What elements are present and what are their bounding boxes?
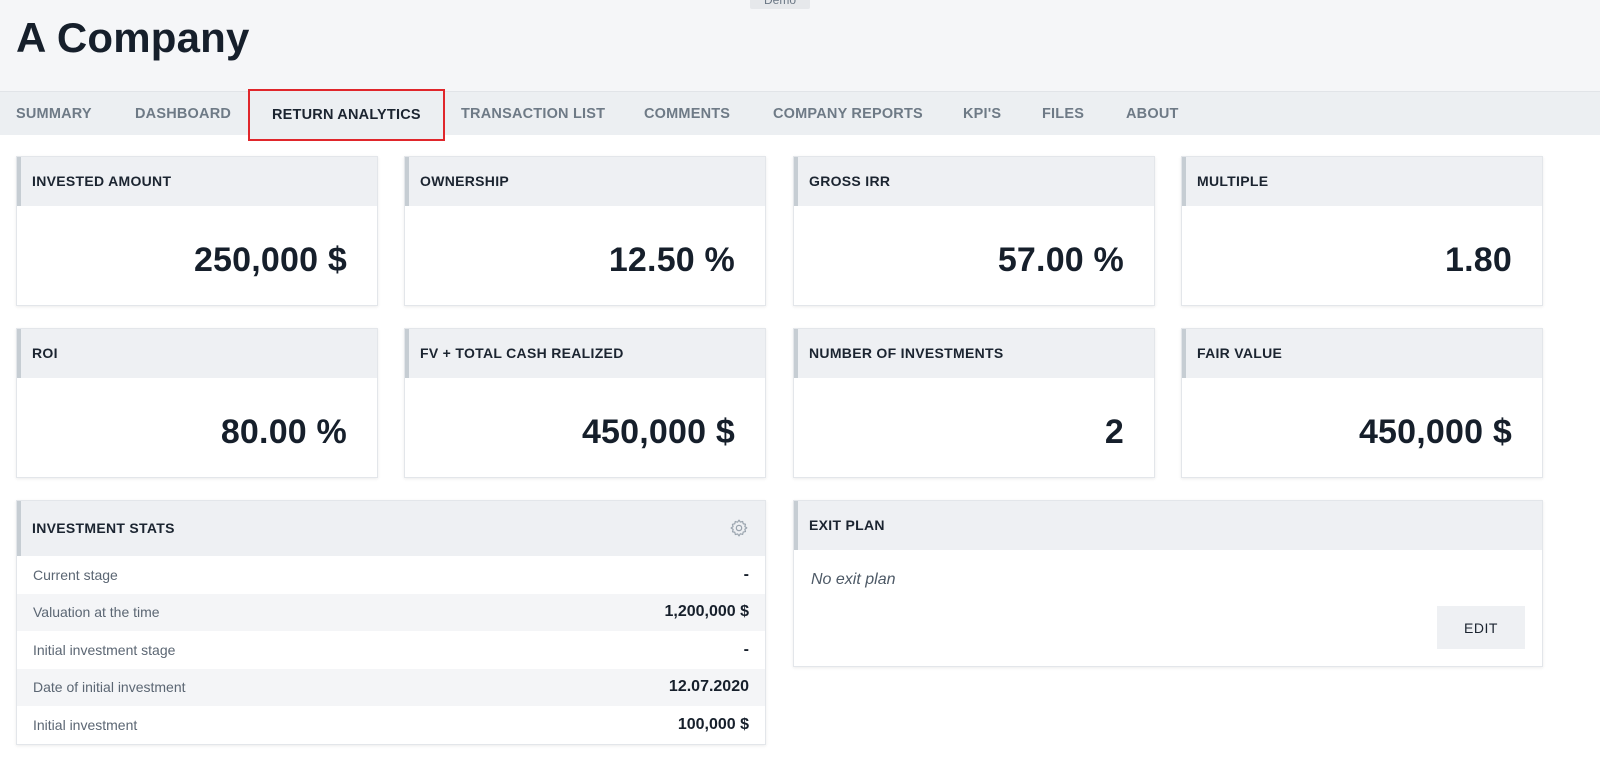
investment-stats-panel: INVESTMENT STATS Current stage - Valuati… (16, 500, 766, 745)
stat-label: Current stage (33, 566, 118, 583)
metric-value: 1.80 (1445, 241, 1512, 279)
metric-label: INVESTED AMOUNT (17, 157, 377, 206)
exit-plan-title: EXIT PLAN (794, 501, 1542, 550)
gear-icon[interactable] (729, 518, 749, 538)
stats-row: Current stage - (17, 556, 765, 594)
metric-label: FV + TOTAL CASH REALIZED (405, 329, 765, 378)
demo-badge: Demo (750, 0, 810, 9)
metric-value: 450,000 $ (1358, 413, 1512, 451)
metric-value: 12.50 % (608, 241, 735, 279)
metric-value: 57.00 % (997, 241, 1124, 279)
tab-dashboard[interactable]: DASHBOARD (135, 92, 231, 136)
stats-list: Current stage - Valuation at the time 1,… (17, 556, 765, 744)
metric-label: GROSS IRR (794, 157, 1154, 206)
tab-summary[interactable]: SUMMARY (16, 92, 92, 136)
tab-about[interactable]: ABOUT (1126, 92, 1179, 136)
stats-row: Initial investment stage - (17, 631, 765, 669)
tab-bar: SUMMARY DASHBOARD RETURN ANALYTICS TRANS… (0, 89, 1600, 141)
investment-stats-title: INVESTMENT STATS (17, 501, 765, 556)
metric-label: MULTIPLE (1182, 157, 1542, 206)
metric-card-gross-irr: GROSS IRR 57.00 % (793, 156, 1155, 306)
metric-card-fv-total-cash-realized: FV + TOTAL CASH REALIZED 450,000 $ (404, 328, 766, 478)
stats-row: Valuation at the time 1,200,000 $ (17, 593, 765, 631)
metric-value: 250,000 $ (193, 241, 347, 279)
stat-value: 1,200,000 $ (664, 603, 749, 621)
tab-comments[interactable]: COMMENTS (644, 92, 730, 136)
edit-exit-plan-button[interactable]: EDIT (1437, 606, 1525, 649)
metric-value: 80.00 % (220, 413, 347, 451)
metric-card-number-of-investments: NUMBER OF INVESTMENTS 2 (793, 328, 1155, 478)
stat-value: 12.07.2020 (668, 678, 749, 696)
stat-value: - (743, 640, 749, 658)
tab-files[interactable]: FILES (1042, 92, 1084, 136)
exit-plan-empty-text: No exit plan (811, 571, 896, 588)
metric-label: OWNERSHIP (405, 157, 765, 206)
metric-label: FAIR VALUE (1182, 329, 1542, 378)
metric-card-invested-amount: INVESTED AMOUNT 250,000 $ (16, 156, 378, 306)
tab-kpis[interactable]: KPI'S (963, 92, 1001, 136)
stats-row: Date of initial investment 12.07.2020 (17, 668, 765, 706)
metric-card-multiple: MULTIPLE 1.80 (1181, 156, 1543, 306)
stat-label: Valuation at the time (33, 604, 160, 621)
metric-value: 450,000 $ (581, 413, 735, 451)
tab-return-analytics[interactable]: RETURN ANALYTICS (248, 89, 445, 141)
stat-label: Date of initial investment (33, 679, 186, 696)
metric-card-roi: ROI 80.00 % (16, 328, 378, 478)
stat-label: Initial investment stage (33, 641, 176, 658)
metric-card-fair-value: FAIR VALUE 450,000 $ (1181, 328, 1543, 478)
stat-value: - (743, 565, 749, 583)
panel-title: INVESTMENT STATS (32, 520, 175, 536)
metric-value: 2 (1104, 413, 1124, 451)
stat-label: Initial investment (33, 716, 138, 733)
tab-transaction-list[interactable]: TRANSACTION LIST (461, 92, 605, 136)
stats-row: Initial investment 100,000 $ (17, 706, 765, 744)
metric-label: ROI (17, 329, 377, 378)
metric-label: NUMBER OF INVESTMENTS (794, 329, 1154, 378)
metric-card-ownership: OWNERSHIP 12.50 % (404, 156, 766, 306)
exit-plan-panel: EXIT PLAN No exit plan EDIT (793, 500, 1543, 667)
page-header: Demo A Company (0, 0, 1600, 91)
tab-company-reports[interactable]: COMPANY REPORTS (773, 92, 923, 136)
stat-value: 100,000 $ (677, 715, 749, 733)
company-title: A Company (16, 14, 250, 61)
